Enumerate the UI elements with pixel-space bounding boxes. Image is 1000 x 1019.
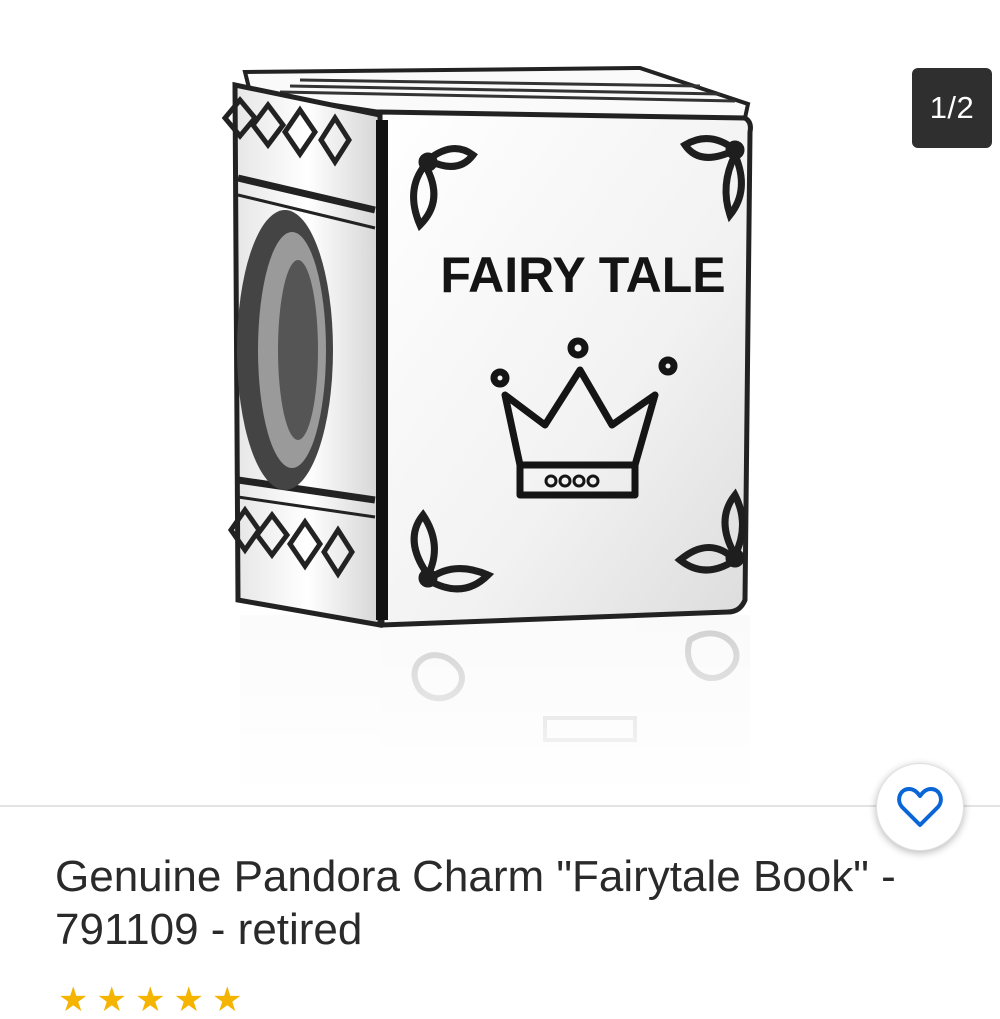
star-icon: ★ xyxy=(96,981,127,1019)
product-title: Genuine Pandora Charm "Fairytale Book" -… xyxy=(55,852,896,954)
star-icon: ★ xyxy=(173,981,204,1019)
star-icon: ★ xyxy=(211,981,243,1019)
divider xyxy=(0,805,1000,807)
rating-stars[interactable]: ★ ★ ★ ★ ★ xyxy=(58,981,243,1019)
product-image[interactable]: FAIRY TALE 1/2 xyxy=(0,0,1000,805)
image-counter: 1/2 xyxy=(912,68,992,148)
heart-outline-icon xyxy=(897,787,943,827)
charm-illustration: FAIRY TALE xyxy=(221,65,760,805)
favorite-button[interactable] xyxy=(876,763,964,851)
star-icon: ★ xyxy=(58,981,89,1019)
star-icon: ★ xyxy=(134,981,166,1019)
charm-engraved-text: FAIRY TALE xyxy=(440,247,725,303)
